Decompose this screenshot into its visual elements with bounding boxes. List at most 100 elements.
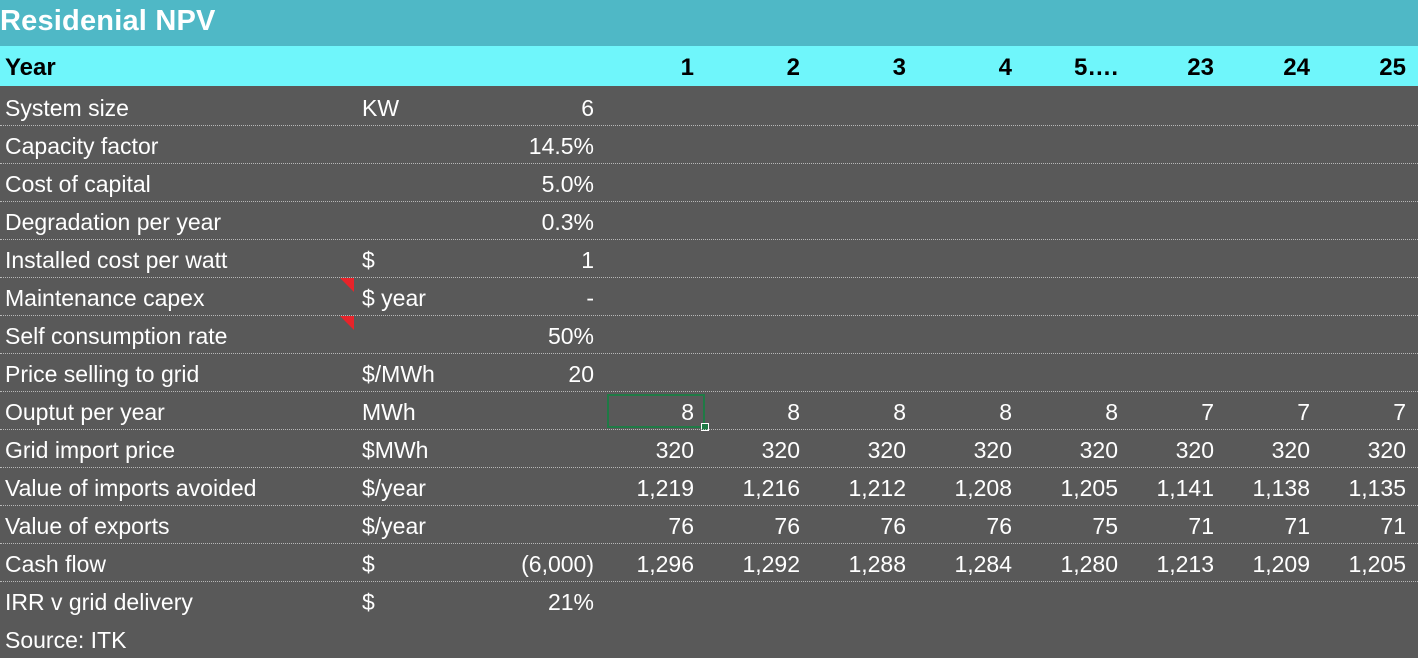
table-row: Value of exports $/year 76 76 76 76 75 7…: [0, 506, 1418, 544]
row-value[interactable]: 21%: [548, 589, 594, 615]
year-cell[interactable]: 320: [656, 437, 694, 463]
table-row: Cost of capital 5.0%: [0, 164, 1418, 202]
year-header-label[interactable]: Year: [5, 55, 56, 81]
year-cell[interactable]: 76: [986, 513, 1012, 539]
year-cell[interactable]: 7: [1297, 399, 1310, 425]
year-cell[interactable]: 1,284: [954, 551, 1012, 577]
table-row: Degradation per year 0.3%: [0, 202, 1418, 240]
sheet-title: Residenial NPV: [0, 5, 216, 37]
row-label[interactable]: Installed cost per watt: [5, 247, 227, 273]
comment-indicator-icon[interactable]: [340, 316, 354, 330]
year-cell[interactable]: 76: [774, 513, 800, 539]
row-label[interactable]: System size: [5, 95, 129, 121]
row-unit[interactable]: $: [362, 551, 375, 577]
year-cell[interactable]: 320: [1272, 437, 1310, 463]
year-cell[interactable]: 7: [1393, 399, 1406, 425]
row-value[interactable]: 6: [581, 95, 594, 121]
year-cell[interactable]: 320: [868, 437, 906, 463]
year-header-cell[interactable]: 2: [787, 55, 800, 81]
row-value[interactable]: 1: [581, 247, 594, 273]
year-cell[interactable]: 8: [681, 399, 694, 425]
title-bar: Residenial NPV: [0, 0, 1418, 46]
year-header-cell[interactable]: 4: [999, 55, 1012, 81]
year-cell[interactable]: 1,213: [1156, 551, 1214, 577]
table-row: Grid import price $MWh 320 320 320 320 3…: [0, 430, 1418, 468]
row-value[interactable]: 20: [568, 361, 594, 387]
year-cell[interactable]: 8: [1105, 399, 1118, 425]
year-cell[interactable]: 1,292: [742, 551, 800, 577]
year-cell[interactable]: 1,280: [1060, 551, 1118, 577]
row-unit[interactable]: $/year: [362, 475, 426, 501]
row-label[interactable]: Ouptut per year: [5, 399, 165, 425]
year-header-cell[interactable]: 1: [681, 55, 694, 81]
year-cell[interactable]: 76: [668, 513, 694, 539]
year-cell[interactable]: 71: [1188, 513, 1214, 539]
row-unit[interactable]: $/MWh: [362, 361, 435, 387]
year-cell[interactable]: 8: [893, 399, 906, 425]
row-label[interactable]: Maintenance capex: [5, 285, 204, 311]
year-cell[interactable]: 1,216: [742, 475, 800, 501]
row-label[interactable]: Cost of capital: [5, 171, 151, 197]
row-label[interactable]: Value of imports avoided: [5, 475, 256, 501]
row-value[interactable]: -: [586, 285, 594, 311]
row-label[interactable]: Degradation per year: [5, 209, 221, 235]
year-cell[interactable]: 1,288: [848, 551, 906, 577]
year-cell[interactable]: 320: [974, 437, 1012, 463]
row-label[interactable]: Value of exports: [5, 513, 170, 539]
row-unit[interactable]: $MWh: [362, 437, 428, 463]
row-label[interactable]: IRR v grid delivery: [5, 589, 193, 615]
year-header-cell[interactable]: 23: [1187, 55, 1214, 81]
row-value[interactable]: 5.0%: [542, 171, 594, 197]
year-cell[interactable]: 1,209: [1252, 551, 1310, 577]
row-value[interactable]: 0.3%: [542, 209, 594, 235]
year-cell[interactable]: 7: [1201, 399, 1214, 425]
year-cell[interactable]: 71: [1380, 513, 1406, 539]
table-row: Price selling to grid $/MWh 20: [0, 354, 1418, 392]
year-cell[interactable]: 320: [1080, 437, 1118, 463]
row-value[interactable]: 50%: [548, 323, 594, 349]
row-label[interactable]: Self consumption rate: [5, 323, 227, 349]
row-unit[interactable]: MWh: [362, 399, 416, 425]
table-row: System size KW 6: [0, 88, 1418, 126]
year-cell[interactable]: 1,138: [1252, 475, 1310, 501]
row-label[interactable]: Grid import price: [5, 437, 175, 463]
year-cell[interactable]: 8: [787, 399, 800, 425]
year-cell[interactable]: 75: [1092, 513, 1118, 539]
source-note[interactable]: Source: ITK: [5, 627, 126, 653]
row-unit[interactable]: $: [362, 589, 375, 615]
row-unit[interactable]: $/year: [362, 513, 426, 539]
year-cell[interactable]: 1,208: [954, 475, 1012, 501]
year-cell[interactable]: 1,205: [1060, 475, 1118, 501]
year-cell[interactable]: 1,219: [636, 475, 694, 501]
row-unit[interactable]: $ year: [362, 285, 426, 311]
year-header-cell[interactable]: 3: [893, 55, 906, 81]
year-cell[interactable]: 76: [880, 513, 906, 539]
row-label[interactable]: Capacity factor: [5, 133, 158, 159]
year-cell[interactable]: 1,135: [1348, 475, 1406, 501]
year-cell[interactable]: 320: [1368, 437, 1406, 463]
year-cell[interactable]: 1,141: [1156, 475, 1214, 501]
comment-indicator-icon[interactable]: [340, 278, 354, 292]
row-value[interactable]: 14.5%: [529, 133, 594, 159]
row-unit[interactable]: $: [362, 247, 375, 273]
row-value[interactable]: (6,000): [521, 551, 594, 577]
table-row: Value of imports avoided $/year 1,219 1,…: [0, 468, 1418, 506]
year-cell[interactable]: 71: [1284, 513, 1310, 539]
row-unit[interactable]: KW: [362, 95, 399, 121]
year-cell[interactable]: 1,212: [848, 475, 906, 501]
table-row: Installed cost per watt $ 1: [0, 240, 1418, 278]
row-label[interactable]: Price selling to grid: [5, 361, 199, 387]
year-header-cell[interactable]: 24: [1283, 55, 1310, 81]
year-cell[interactable]: 320: [1176, 437, 1214, 463]
year-cell[interactable]: 320: [762, 437, 800, 463]
table-row: IRR v grid delivery $ 21%: [0, 582, 1418, 620]
year-header-cell[interactable]: 25: [1379, 55, 1406, 81]
year-cell[interactable]: 1,205: [1348, 551, 1406, 577]
year-header-cell[interactable]: 5….: [1074, 55, 1118, 81]
year-cell[interactable]: 1,296: [636, 551, 694, 577]
table-row: Maintenance capex $ year -: [0, 278, 1418, 316]
year-cell[interactable]: 8: [999, 399, 1012, 425]
table-row: Ouptut per year MWh 8 8 8 8 8 7 7 7: [0, 392, 1418, 431]
table-row: Capacity factor 14.5%: [0, 126, 1418, 164]
row-label[interactable]: Cash flow: [5, 551, 106, 577]
